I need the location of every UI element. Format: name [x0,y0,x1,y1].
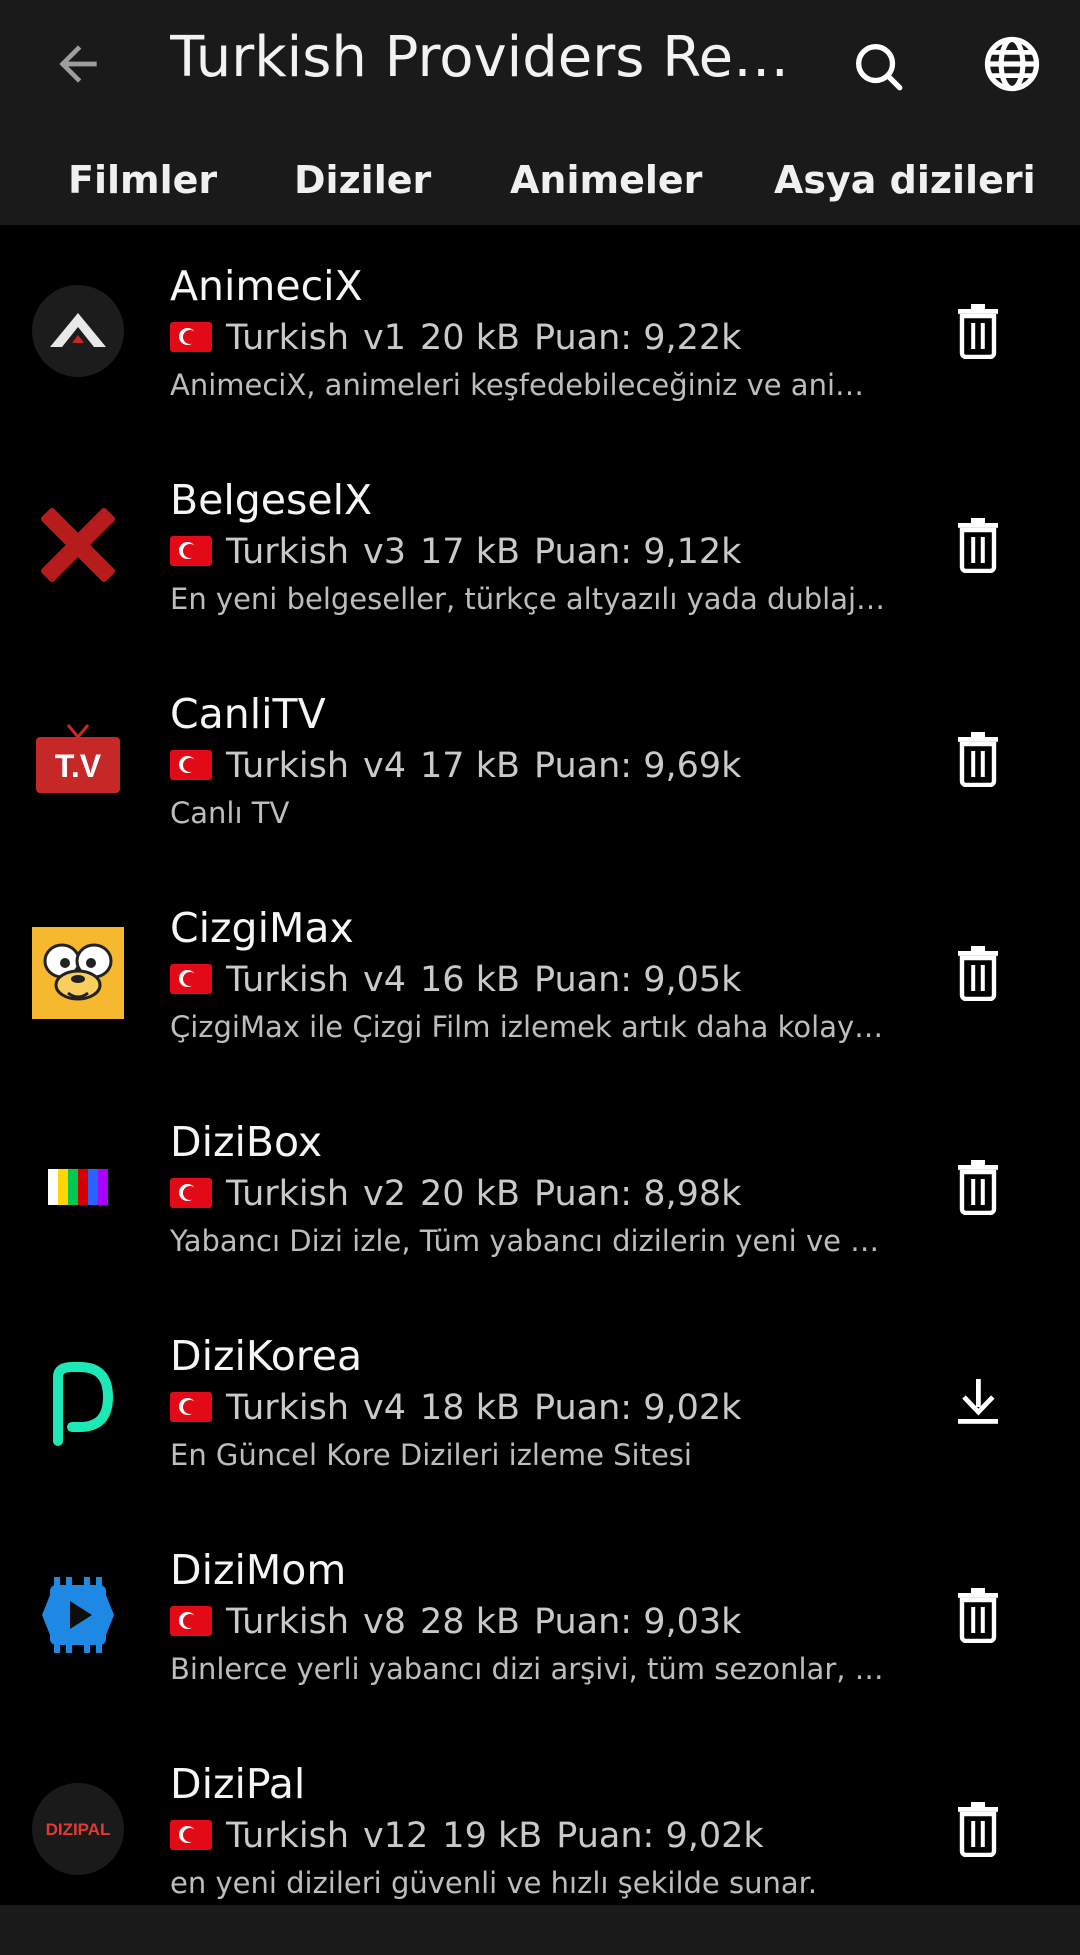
plugin-description: Binlerce yerli yabancı dizi arşivi, tüm … [170,1652,890,1686]
plugin-meta: Turkish v3 17 kB Puan: 9,12k [170,529,755,575]
list-item[interactable]: DiziBox Turkish v2 20 kB Puan: 8,98k Yabanc… [0,1081,1080,1295]
turkey-flag-icon [170,322,212,352]
delete-button[interactable] [942,1793,1014,1865]
delete-button[interactable] [942,723,1014,795]
list-item[interactable]: DiziMom Turkish v8 28 kB Puan: 9,03k Binler… [0,1509,1080,1723]
plugin-meta: Turkish v4 18 kB Puan: 9,02k [170,1385,755,1431]
trash-icon [958,1802,998,1857]
trash-icon [958,1588,998,1643]
plugin-meta: Turkish v4 17 kB Puan: 9,69k [170,743,755,789]
tab-filmler[interactable]: Filmler [68,140,217,220]
trash-icon [958,304,998,359]
trash-icon [958,518,998,573]
tab-animeler[interactable]: Animeler [510,140,702,220]
tab-diziler[interactable]: Diziler [294,140,431,220]
canlitv-logo: T.V [32,713,124,805]
plugin-meta: Turkish v2 20 kB Puan: 8,98k [170,1171,755,1217]
dizibox-logo [32,1141,124,1233]
trash-icon [958,1160,998,1215]
language-button[interactable] [976,28,1048,100]
delete-button[interactable] [942,1151,1014,1223]
turkey-flag-icon [170,1820,212,1850]
belgeselx-logo [32,499,124,591]
list-item[interactable]: BelgeselX Turkish v3 17 kB Puan: 9,12k En y… [0,439,1080,653]
tab-asya-dizileri[interactable]: Asya dizileri [774,140,1036,220]
turkey-flag-icon [170,750,212,780]
plugin-name: CanliTV [170,690,326,738]
turkey-flag-icon [170,964,212,994]
cizgimax-logo [32,927,124,1019]
plugin-description: Canlı TV [170,796,290,830]
plugin-name: BelgeselX [170,476,373,524]
globe-icon [984,36,1040,92]
list-item[interactable]: AnimeciX Turkish v1 20 kB Puan: 9,22k Anime… [0,225,1080,439]
page-title: Turkish Providers Rep... [170,25,800,90]
dizikorea-logo [32,1355,124,1447]
plugin-description: En Güncel Kore Dizileri izleme Sitesi [170,1438,692,1472]
list-item[interactable]: CizgiMax Turkish v4 16 kB Puan: 9,05k Çizgi… [0,867,1080,1081]
search-button[interactable] [842,30,914,102]
list-item[interactable]: T.V CanliTV Turkish v4 17 kB Puan: 9,69k Ca… [0,653,1080,867]
plugin-name: CizgiMax [170,904,354,952]
plugin-description: ÇizgiMax ile Çizgi Film izlemek artık da… [170,1010,890,1044]
delete-button[interactable] [942,937,1014,1009]
plugin-description: AnimeciX, animeleri keşfedebileceğiniz v… [170,368,890,402]
plugin-meta: Turkish v8 28 kB Puan: 9,03k [170,1599,755,1645]
dizipal-logo: DIZIPAL [32,1783,124,1875]
trash-icon [958,946,998,1001]
delete-button[interactable] [942,1579,1014,1651]
turkey-flag-icon [170,1392,212,1422]
bottom-strip [0,1905,1080,1955]
plugin-description: En yeni belgeseller, türkçe altyazılı ya… [170,582,890,616]
category-tabs: Filmler Diziler Animeler Asya dizileri [0,140,1080,220]
plugin-meta: Turkish v12 19 kB Puan: 9,02k [170,1813,778,1859]
dizimom-logo [32,1569,124,1661]
animecix-logo [32,285,124,377]
download-icon [958,1379,998,1424]
turkey-flag-icon [170,1606,212,1636]
plugin-name: AnimeciX [170,262,363,310]
plugin-meta: Turkish v4 16 kB Puan: 9,05k [170,957,755,1003]
plugin-description: en yeni dizileri güvenli ve hızlı şekild… [170,1866,818,1900]
plugin-name: DiziPal [170,1760,306,1808]
delete-button[interactable] [942,509,1014,581]
plugin-name: DiziKorea [170,1332,363,1380]
arrow-left-icon [59,45,97,83]
turkey-flag-icon [170,536,212,566]
plugin-name: DiziBox [170,1118,323,1166]
plugin-description: Yabancı Dizi izle, Tüm yabancı dizilerin… [170,1224,890,1258]
turkey-flag-icon [170,1178,212,1208]
download-button[interactable] [942,1365,1014,1437]
canlitv-logo-text: T.V [55,748,102,784]
plugin-name: DiziMom [170,1546,347,1594]
back-button[interactable] [42,28,114,100]
list-item[interactable]: DiziKorea Turkish v4 18 kB Puan: 9,02k En G… [0,1295,1080,1509]
delete-button[interactable] [942,295,1014,367]
plugin-meta: Turkish v1 20 kB Puan: 9,22k [170,315,755,361]
dizipal-logo-text: DIZIPAL [46,1820,111,1839]
top-app-bar: Turkish Providers Rep... Filmler Diziler… [0,0,1080,225]
search-icon [856,44,903,91]
trash-icon [958,732,998,787]
